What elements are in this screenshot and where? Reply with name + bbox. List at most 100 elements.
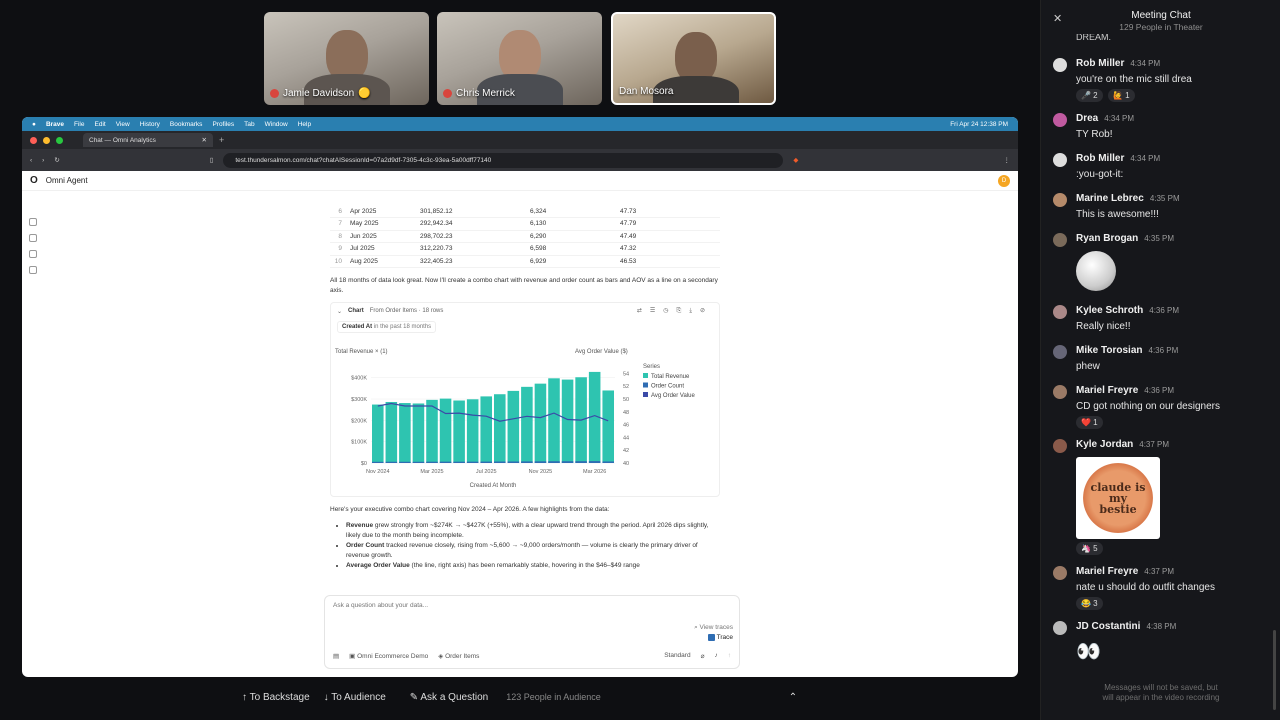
chart-filter-chip[interactable]: Created At in the past 18 months <box>337 321 437 333</box>
menu-edit[interactable]: Edit <box>95 121 106 128</box>
menu-profiles[interactable]: Profiles <box>212 121 234 128</box>
menu-tab[interactable]: Tab <box>244 121 254 128</box>
chat-author: Mariel Freyre 4:37 PM <box>1076 566 1174 577</box>
tab-close-icon[interactable]: ✕ <box>202 136 207 144</box>
chat-icon[interactable] <box>29 234 37 242</box>
to-audience-button[interactable]: ↓ To Audience <box>324 692 386 703</box>
ask-input[interactable] <box>333 602 713 609</box>
filter-value: in the past 18 months <box>373 324 432 330</box>
chart-source: From Order Items · 18 rows <box>369 308 444 314</box>
chart-card: ⌄ Chart From Order Items · 18 rows ⇄☰◷⎘⤓… <box>330 302 720 497</box>
chart-toolbar-icons[interactable]: ⇄☰◷⎘⤓⊘ <box>637 307 713 315</box>
ask-box-actions: Standard ⌀ ♪ ↑ <box>664 652 731 660</box>
view-traces-link[interactable]: ⌕ View traces <box>694 624 733 632</box>
bar-total-revenue <box>494 394 506 463</box>
author-name: Kyle Jordan <box>1076 439 1134 450</box>
mic-icon[interactable]: ♪ <box>715 652 718 660</box>
menu-window[interactable]: Window <box>265 121 288 128</box>
app-header: O Omni Agent D <box>22 171 1018 191</box>
sticker-text: claude is my bestie <box>1083 463 1153 533</box>
brave-shield-icon[interactable]: ◆ <box>793 156 798 164</box>
topic-label: Order Items <box>445 653 480 660</box>
trace-checkbox[interactable]: Trace <box>707 634 733 641</box>
x-tick-label: Mar 2025 <box>420 469 443 475</box>
sticker-image: claude is my bestie <box>1076 457 1160 539</box>
ask-question-button[interactable]: ✎ Ask a Question <box>410 692 488 703</box>
participant-tile-dan[interactable]: Dan Mosora <box>611 12 776 105</box>
chart-card-header: ⌄ Chart From Order Items · 18 rows ⇄☰◷⎘⤓… <box>337 307 713 315</box>
participant-badge: 🟡 <box>358 88 371 99</box>
table-cell-month: Jun 2025 <box>350 230 420 243</box>
participant-name-tag: Jamie Davidson 🟡 <box>270 88 371 99</box>
settings-icon[interactable] <box>29 266 37 274</box>
participant-tile-chris[interactable]: Chris Merrick <box>437 12 602 105</box>
author-name: Mariel Freyre <box>1076 566 1139 577</box>
bookmark-icon[interactable]: ▯ <box>210 156 214 164</box>
table-cell-n: 9 <box>330 242 350 256</box>
url-field[interactable]: test.thundersalmon.com/chat?chatAISessio… <box>223 152 784 168</box>
bar-total-revenue <box>426 399 438 463</box>
table-row: 6 Apr 2025 301,852.12 6,324 47.73 <box>330 205 720 218</box>
menu-bookmarks[interactable]: Bookmarks <box>170 121 203 128</box>
reaction-badge[interactable]: 🙋 1 <box>1108 89 1135 102</box>
reaction-badge[interactable]: 🦄 5 <box>1076 542 1103 555</box>
bullet-bold: Order Count <box>346 542 385 549</box>
new-tab-icon[interactable]: + <box>219 135 224 145</box>
bar-order-count <box>453 461 465 463</box>
bar-total-revenue <box>453 400 465 463</box>
y2-axis-label: Avg Order Value ($) <box>575 349 628 355</box>
legend-title: Series <box>643 364 660 370</box>
workspace-selector[interactable]: ▣ Omni Ecommerce Demo <box>349 652 428 660</box>
table-cell-n: 6 <box>330 205 350 218</box>
chat-author: Rob Miller 4:34 PM <box>1076 58 1160 69</box>
user-avatar[interactable]: D <box>998 174 1010 187</box>
participant-name: Jamie Davidson <box>283 88 355 99</box>
chat-scrollbar[interactable] <box>1273 630 1276 710</box>
table-cell-revenue: 301,852.12 <box>420 205 530 218</box>
reaction-badge[interactable]: 😂 3 <box>1076 597 1103 610</box>
menu-help[interactable]: Help <box>298 121 311 128</box>
reload-icon[interactable]: ↻ <box>54 156 59 164</box>
bullet-bold: Average Order Value <box>346 562 410 569</box>
to-backstage-button[interactable]: ↑ To Backstage <box>242 692 310 703</box>
menu-history[interactable]: History <box>140 121 160 128</box>
participant-tile-jamie[interactable]: Jamie Davidson 🟡 <box>264 12 429 105</box>
table-cell-aov: 47.73 <box>620 205 720 218</box>
apple-icon[interactable]: ● <box>32 121 36 128</box>
history-icon[interactable] <box>29 218 37 226</box>
minimize-window-icon[interactable] <box>43 136 50 144</box>
expand-chevron-icon[interactable]: ⌃ <box>789 692 797 703</box>
chat-content: 6 Apr 2025 301,852.12 6,324 47.73 7 May 2025 29… <box>330 205 720 571</box>
avatar <box>1053 345 1067 359</box>
avatar <box>1053 58 1067 72</box>
bar-total-revenue <box>480 396 492 463</box>
library-icon[interactable] <box>29 250 37 258</box>
chat-author: JD Costantini 4:38 PM <box>1076 621 1176 632</box>
forward-icon[interactable]: › <box>42 157 44 164</box>
bar-total-revenue <box>399 403 411 463</box>
url-text: test.thundersalmon.com/chat?chatAISessio… <box>235 156 492 164</box>
mode-selector[interactable]: Standard <box>664 652 690 660</box>
maximize-window-icon[interactable] <box>56 136 63 144</box>
menu-brave[interactable]: Brave <box>46 121 64 128</box>
collapse-chevron-icon[interactable]: ⌄ <box>337 308 342 315</box>
chat-footer-note: Messages will not be saved, but will app… <box>1102 683 1220 702</box>
topic-selector[interactable]: ◈ Order Items <box>438 652 479 660</box>
extensions-icon[interactable]: ⋮ <box>1004 156 1011 164</box>
reaction-badge[interactable]: 🎤 2 <box>1076 89 1103 102</box>
back-icon[interactable]: ‹ <box>30 157 32 164</box>
paperclip-icon[interactable]: ⌀ <box>701 652 705 660</box>
muted-mic-icon <box>270 89 279 98</box>
attach-icon[interactable]: ▤ <box>333 652 339 660</box>
browser-tab[interactable]: Chat — Omni Analytics ✕ <box>83 133 213 147</box>
omni-logo-icon[interactable]: O <box>30 175 38 186</box>
bar-order-count <box>494 461 506 463</box>
menu-view[interactable]: View <box>116 121 130 128</box>
message-text: phew <box>1076 361 1100 372</box>
app-side-rail <box>22 211 44 411</box>
menu-file[interactable]: File <box>74 121 84 128</box>
reaction-badge[interactable]: ❤️ 1 <box>1076 416 1103 429</box>
browser-tab-bar: Chat — Omni Analytics ✕ + <box>22 131 1018 149</box>
close-window-icon[interactable] <box>30 136 37 144</box>
send-icon[interactable]: ↑ <box>728 652 731 660</box>
